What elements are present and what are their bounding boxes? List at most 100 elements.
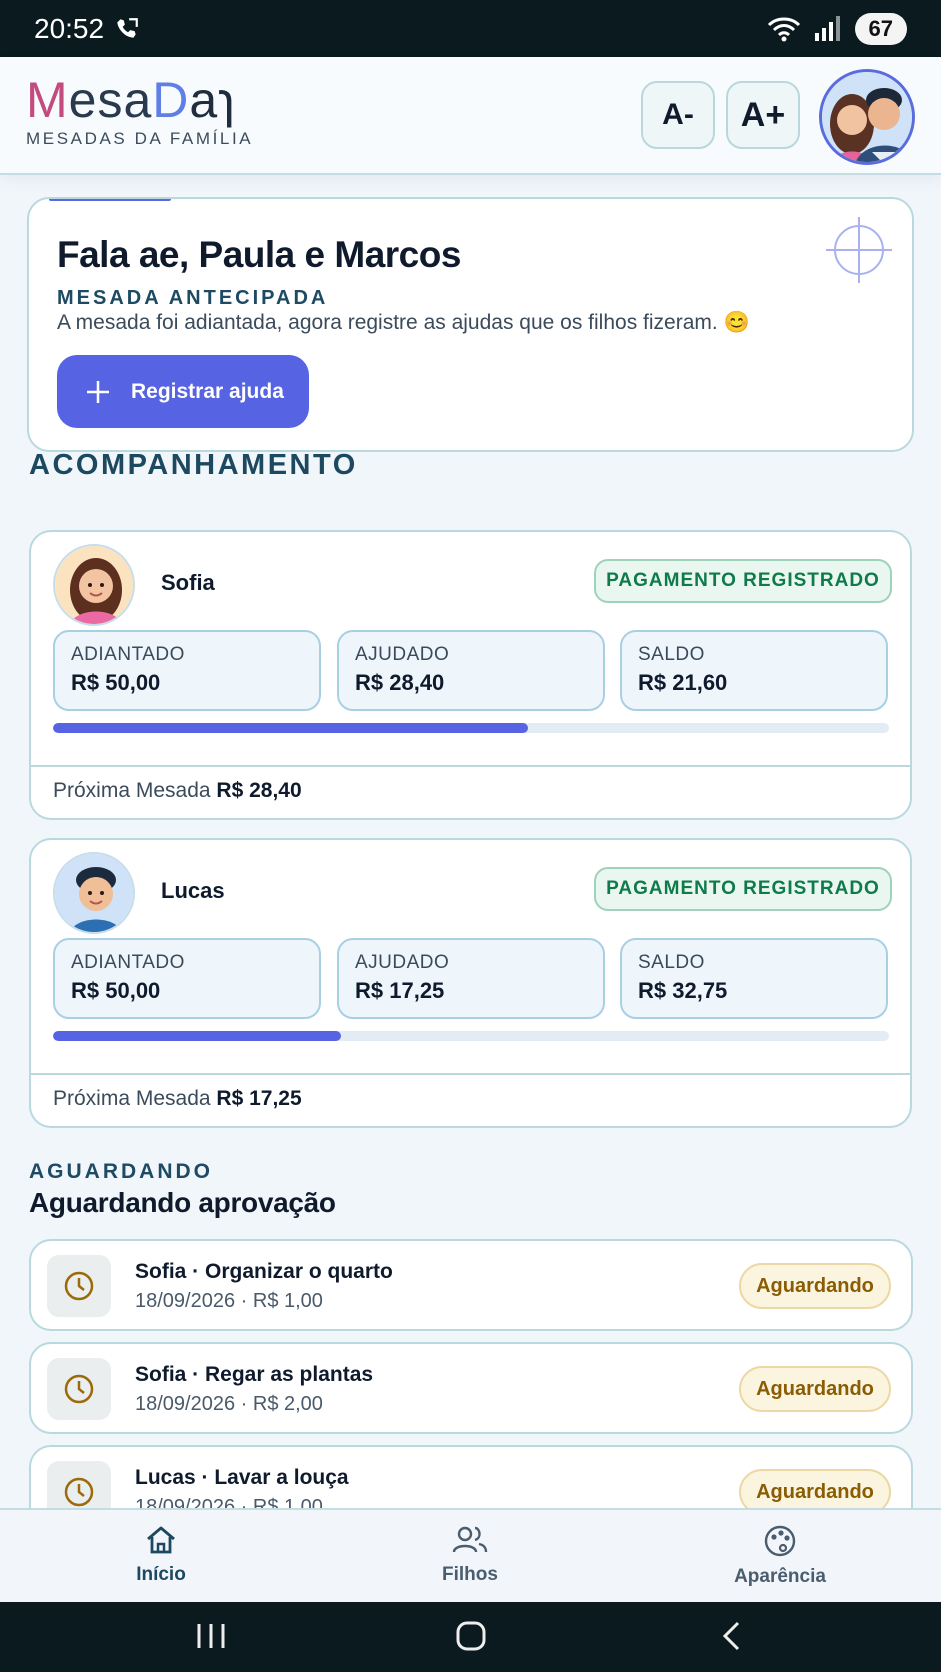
- lucas-avatar: [53, 852, 135, 934]
- status-time: 20:52: [34, 13, 140, 45]
- next-allowance-label: Próxima Mesada: [53, 779, 211, 802]
- family-avatar[interactable]: [819, 69, 915, 165]
- battery-indicator: 67: [854, 12, 907, 45]
- stat-balance: SALDO R$ 21,60: [620, 630, 888, 711]
- stat-label: ADIANTADO: [71, 952, 185, 973]
- next-allowance-value: R$ 28,40: [216, 779, 302, 802]
- progress-fill: [53, 1031, 342, 1041]
- stat-value: R$ 21,60: [638, 670, 728, 695]
- pending-item[interactable]: Sofia · Regar as plantas 18/09/2026 · R$…: [29, 1342, 913, 1434]
- stat-advanced: ADIANTADO R$ 50,00: [53, 938, 321, 1019]
- pending-item-title: Lucas · Lavar a louça: [135, 1466, 349, 1489]
- clock-text: 20:52: [34, 12, 105, 44]
- home-icon: [147, 1526, 175, 1554]
- wifi-icon: [767, 17, 800, 41]
- next-allowance: Próxima Mesada R$ 28,40: [31, 765, 910, 818]
- stat-helped: AJUDADO R$ 28,40: [337, 630, 605, 711]
- pending-badge: Aguardando: [739, 1263, 891, 1309]
- crosshair-icon: [826, 217, 892, 283]
- pending-item[interactable]: Sofia · Organizar o quarto 18/09/2026 · …: [29, 1239, 913, 1331]
- logo-letter-m: M: [26, 72, 69, 128]
- stat-label: AJUDADO: [355, 644, 450, 665]
- bottom-nav: Início Filhos Aparência: [0, 1508, 941, 1602]
- logo-letters-esa: esa: [68, 72, 153, 128]
- register-help-label: Registrar ajuda: [131, 379, 284, 403]
- users-icon: [452, 1526, 488, 1553]
- logo-subtitle: MESADAS DA FAMÍLIA: [26, 129, 254, 148]
- signal-icon: [814, 15, 840, 41]
- nav-label: Início: [136, 1564, 186, 1585]
- stat-label: SALDO: [638, 952, 705, 973]
- pending-badge: Aguardando: [739, 1469, 891, 1508]
- greeting-title: Fala ae, Paula e Marcos: [57, 234, 461, 275]
- greeting-message: A mesada foi adiantada, agora registre a…: [57, 311, 750, 334]
- pending-badge: Aguardando: [739, 1366, 891, 1412]
- stat-label: SALDO: [638, 644, 705, 665]
- family-avatar-image: [822, 72, 912, 162]
- next-allowance-value: R$ 17,25: [216, 1087, 302, 1110]
- child-name: Sofia: [161, 570, 215, 595]
- stat-value: R$ 17,25: [355, 978, 445, 1003]
- stat-value: R$ 32,75: [638, 978, 728, 1003]
- child-card-sofia[interactable]: Sofia PAGAMENTO REGISTRADO ADIANTADO R$ …: [29, 530, 912, 820]
- status-badge: PAGAMENTO REGISTRADO: [594, 867, 892, 911]
- status-badge: PAGAMENTO REGISTRADO: [594, 559, 892, 603]
- status-bar: 20:52 67: [0, 0, 941, 57]
- pending-item-meta: 18/09/2026 · R$ 2,00: [135, 1393, 323, 1415]
- next-allowance-label: Próxima Mesada: [53, 1087, 211, 1110]
- clock-icon: [64, 1374, 94, 1404]
- clock-icon-box: [47, 1461, 111, 1508]
- pending-title: Aguardando aprovação: [29, 1187, 336, 1218]
- palette-icon: [764, 1525, 796, 1557]
- back-icon[interactable]: [718, 1620, 744, 1652]
- progress-bar: [53, 1031, 889, 1041]
- tracking-section-title: ACOMPANHAMENTO: [29, 449, 358, 481]
- child-card-lucas[interactable]: Lucas PAGAMENTO REGISTRADO ADIANTADO R$ …: [29, 838, 912, 1128]
- greeting-card: Fala ae, Paula e Marcos MESADA ANTECIPAD…: [27, 197, 914, 452]
- app-header: MesaDaɿ MESADAS DA FAMÍLIA A- A+: [0, 57, 941, 175]
- clock-icon-box: [47, 1255, 111, 1317]
- system-navigation-bar: [0, 1602, 941, 1672]
- stat-advanced: ADIANTADO R$ 50,00: [53, 630, 321, 711]
- recent-apps-icon[interactable]: [194, 1620, 228, 1652]
- sofia-avatar: [53, 544, 135, 626]
- stat-helped: AJUDADO R$ 17,25: [337, 938, 605, 1019]
- main-content[interactable]: Fala ae, Paula e Marcos MESADA ANTECIPAD…: [0, 175, 941, 1508]
- stat-value: R$ 50,00: [71, 978, 161, 1003]
- greeting-kicker: MESADA ANTECIPADA: [57, 287, 329, 309]
- nav-item-appearance[interactable]: Aparência: [680, 1524, 880, 1588]
- pending-item-title: Sofia · Organizar o quarto: [135, 1260, 393, 1283]
- nav-label: Aparência: [734, 1566, 826, 1587]
- stat-value: R$ 50,00: [71, 670, 161, 695]
- pending-item-meta: 18/09/2026 · R$ 1,00: [135, 1496, 323, 1508]
- font-decrease-button[interactable]: A-: [641, 81, 715, 149]
- logo-letter-d: D: [152, 72, 190, 128]
- register-help-button[interactable]: Registrar ajuda: [57, 355, 309, 428]
- pending-item[interactable]: Lucas · Lavar a louça 18/09/2026 · R$ 1,…: [29, 1445, 913, 1508]
- progress-fill: [53, 723, 528, 733]
- font-increase-button[interactable]: A+: [726, 81, 800, 149]
- logo-wordmark: MesaDaɿ: [26, 75, 253, 125]
- nav-label: Filhos: [442, 1564, 498, 1585]
- clock-icon: [64, 1271, 94, 1301]
- app-logo[interactable]: MesaDaɿ MESADAS DA FAMÍLIA: [26, 75, 253, 149]
- clock-icon: [64, 1477, 94, 1507]
- clock-icon-box: [47, 1358, 111, 1420]
- stat-label: AJUDADO: [355, 952, 450, 973]
- logo-letters-tail: aɿ: [189, 72, 236, 128]
- call-icon: [117, 17, 138, 38]
- stat-balance: SALDO R$ 32,75: [620, 938, 888, 1019]
- stat-label: ADIANTADO: [71, 644, 185, 665]
- next-allowance: Próxima Mesada R$ 17,25: [31, 1073, 910, 1126]
- progress-bar: [53, 723, 889, 733]
- stat-value: R$ 28,40: [355, 670, 445, 695]
- plus-icon: [87, 380, 109, 403]
- nav-item-home[interactable]: Início: [61, 1524, 261, 1586]
- home-button-icon[interactable]: [454, 1620, 488, 1652]
- pending-item-meta: 18/09/2026 · R$ 1,00: [135, 1290, 323, 1312]
- nav-item-children[interactable]: Filhos: [370, 1524, 570, 1586]
- child-name: Lucas: [161, 878, 225, 903]
- pending-item-title: Sofia · Regar as plantas: [135, 1363, 374, 1386]
- pending-kicker: AGUARDANDO: [29, 1160, 213, 1183]
- accent-line: [49, 199, 171, 201]
